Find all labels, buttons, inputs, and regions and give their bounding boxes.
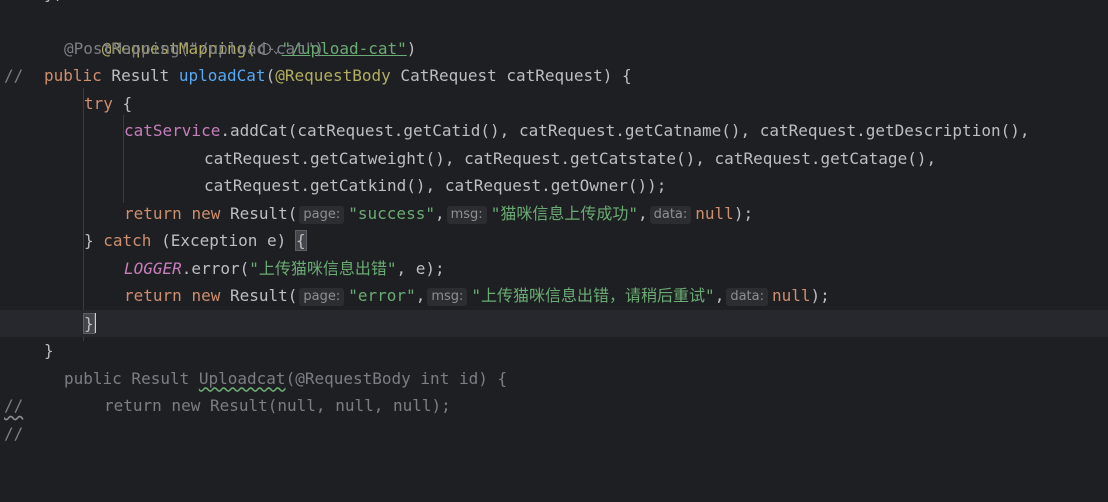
current-line[interactable]: } bbox=[0, 309, 1108, 338]
code-line: return new Result(page: "success", msg: "猫咪… bbox=[0, 200, 1108, 228]
code-text: ); bbox=[810, 286, 830, 305]
comment-text: (@RequestBody int id) { bbox=[285, 368, 508, 388]
code-text: ( bbox=[265, 66, 276, 85]
keyword: catch bbox=[103, 231, 152, 250]
comment-text: Uploadcat bbox=[198, 368, 286, 388]
code-text: } bbox=[44, 341, 54, 360]
parameter-hint: data: bbox=[649, 205, 692, 224]
string-literal: "error" bbox=[348, 286, 416, 305]
code-line: return new Result(page: "error", msg: "上传猫咪… bbox=[0, 282, 1108, 310]
comment-content: public Result Uploadcat(@RequestBody int… bbox=[64, 365, 507, 393]
code-line: // public Result Uploadcat(@RequestBody … bbox=[0, 365, 1108, 416]
code-text: Result( bbox=[220, 286, 298, 305]
keyword: public bbox=[44, 66, 102, 85]
comment-text: return new Result(null, null, null); bbox=[104, 396, 451, 415]
matched-brace: } bbox=[83, 312, 95, 334]
code-text: Result bbox=[101, 66, 179, 85]
keyword: return bbox=[124, 203, 182, 223]
code-line: // @PostMapping("/upload-cat") bbox=[0, 35, 1108, 86]
parameter-hint: data: bbox=[726, 288, 769, 306]
field-name: catService bbox=[124, 121, 221, 140]
code-content: LOGGER.error("上传猫咪信息出错", e); bbox=[124, 255, 445, 283]
code-content: return new Result(page: "error", msg: "上传猫咪… bbox=[124, 286, 830, 306]
keyword: new bbox=[191, 203, 221, 223]
code-content: public Result uploadCat(@RequestBody Cat… bbox=[44, 62, 632, 90]
code-content: } bbox=[83, 310, 96, 338]
parameter-hint: msg: bbox=[446, 205, 487, 224]
code-line: try { bbox=[0, 90, 1108, 118]
annotation-text: @RequestBody bbox=[275, 66, 391, 85]
code-text: ); bbox=[733, 203, 754, 223]
comment-text: public Result bbox=[64, 368, 199, 388]
code-line: public Result uploadCat(@RequestBody Cat… bbox=[0, 62, 1108, 90]
code-line: @RequestMapping(⌄ "/upload-cat") bbox=[0, 7, 1108, 58]
parameter-hint: page: bbox=[299, 288, 345, 306]
code-text: (Exception e) bbox=[151, 231, 296, 250]
code-line: catService.addCat(catRequest.getCatid(),… bbox=[0, 117, 1108, 145]
code-line: // return new Result(null, null, null); bbox=[0, 392, 1108, 443]
code-text: Result( bbox=[220, 203, 298, 223]
code-text: .addCat(catRequest.getCatid(), catReques… bbox=[220, 121, 1030, 140]
code-text: catRequest.getCatweight(), catRequest.ge… bbox=[204, 148, 937, 168]
code-content: } catch (Exception e) { bbox=[84, 227, 307, 255]
method-name[interactable]: uploadCat bbox=[179, 66, 266, 85]
parameter-hint: msg: bbox=[427, 288, 468, 306]
keyword: null bbox=[772, 286, 811, 305]
code-content: return new Result(page: "success", msg: "猫咪… bbox=[124, 203, 754, 224]
code-text: } bbox=[84, 231, 104, 250]
code-content: catService.addCat(catRequest.getCatid(),… bbox=[124, 117, 1029, 145]
comment-text: @PostMapping("/upload-cat") bbox=[64, 38, 325, 58]
static-field: LOGGER bbox=[124, 258, 182, 278]
code-text: , e); bbox=[396, 258, 445, 278]
keyword: try bbox=[84, 93, 113, 113]
code-editor[interactable]: }; @RequestMapping(⌄"/upload-cat") // @P… bbox=[0, 0, 1108, 443]
code-text: catRequest.getCatkind(), catRequest.getO… bbox=[204, 176, 667, 195]
code-line: } bbox=[0, 337, 1108, 365]
parameter-hint: page: bbox=[299, 205, 345, 224]
code-line: catRequest.getCatkind(), catRequest.getO… bbox=[0, 172, 1108, 200]
keyword: new bbox=[191, 286, 221, 305]
string-literal: "上传猫咪信息出错" bbox=[249, 258, 397, 278]
code-line: catRequest.getCatweight(), catRequest.ge… bbox=[0, 145, 1108, 173]
code-text: CatRequest catRequest) { bbox=[390, 66, 632, 85]
matched-brace: { bbox=[294, 230, 307, 251]
keyword: return bbox=[124, 286, 182, 305]
code-text: { bbox=[112, 93, 133, 113]
string-literal: "上传猫咪信息出错，请稍后重试" bbox=[471, 286, 715, 305]
code-content: try { bbox=[84, 90, 132, 118]
comment-marker: // bbox=[4, 423, 24, 443]
code-line: } catch (Exception e) { bbox=[0, 227, 1108, 255]
string-literal: "success" bbox=[348, 203, 435, 223]
code-line: LOGGER.error("上传猫咪信息出错", e); bbox=[0, 255, 1108, 283]
string-literal: "猫咪信息上传成功" bbox=[490, 203, 638, 223]
keyword: null bbox=[695, 203, 734, 223]
text-caret bbox=[93, 312, 96, 333]
code-text: .error( bbox=[181, 258, 250, 278]
